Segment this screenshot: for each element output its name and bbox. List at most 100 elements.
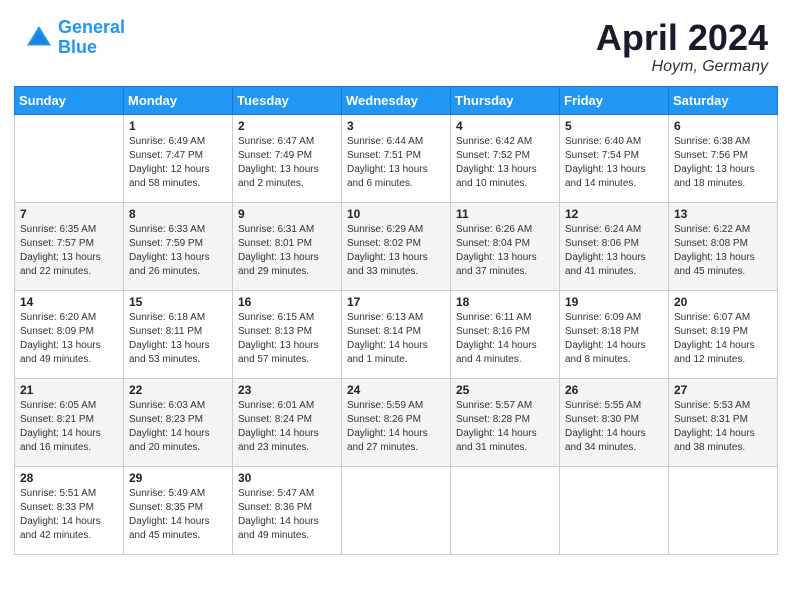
cell-content: Sunrise: 6:29 AMSunset: 8:02 PMDaylight:… [347, 223, 445, 279]
day-cell: 3 Sunrise: 6:44 AMSunset: 7:51 PMDaylight… [342, 114, 451, 202]
day-number: 29 [129, 471, 227, 485]
day-number: 24 [347, 383, 445, 397]
cell-content: Sunrise: 6:13 AMSunset: 8:14 PMDaylight:… [347, 311, 445, 367]
day-number: 7 [20, 207, 118, 221]
header-cell-friday: Friday [560, 86, 669, 114]
day-number: 3 [347, 119, 445, 133]
day-cell: 1 Sunrise: 6:49 AMSunset: 7:47 PMDaylight… [124, 114, 233, 202]
cell-content: Sunrise: 6:38 AMSunset: 7:56 PMDaylight:… [674, 135, 772, 191]
day-number: 27 [674, 383, 772, 397]
day-cell: 6 Sunrise: 6:38 AMSunset: 7:56 PMDaylight… [669, 114, 778, 202]
location: Hoym, Germany [596, 58, 768, 76]
day-number: 19 [565, 295, 663, 309]
day-cell: 24Sunrise: 5:59 AMSunset: 8:26 PMDayligh… [342, 378, 451, 466]
day-cell [342, 466, 451, 554]
day-cell: 13 Sunrise: 6:22 AMSunset: 8:08 PMDayligh… [669, 202, 778, 290]
cell-content: Sunrise: 6:35 AMSunset: 7:57 PMDaylight:… [20, 223, 118, 279]
day-cell [669, 466, 778, 554]
day-cell: 26Sunrise: 5:55 AMSunset: 8:30 PMDayligh… [560, 378, 669, 466]
day-number: 6 [674, 119, 772, 133]
day-cell [451, 466, 560, 554]
day-number: 14 [20, 295, 118, 309]
day-cell: 23Sunrise: 6:01 AMSunset: 8:24 PMDayligh… [233, 378, 342, 466]
day-cell: 12Sunrise: 6:24 AMSunset: 8:06 PMDayligh… [560, 202, 669, 290]
cell-content: Sunrise: 6:44 AMSunset: 7:51 PMDaylight:… [347, 135, 445, 191]
cell-content: Sunrise: 6:09 AMSunset: 8:18 PMDaylight:… [565, 311, 663, 367]
day-number: 20 [674, 295, 772, 309]
cell-content: Sunrise: 6:18 AMSunset: 8:11 PMDaylight:… [129, 311, 227, 367]
calendar-body: 1 Sunrise: 6:49 AMSunset: 7:47 PMDaylight… [15, 114, 778, 554]
day-number: 21 [20, 383, 118, 397]
cell-content: Sunrise: 5:51 AMSunset: 8:33 PMDaylight:… [20, 487, 118, 543]
header-cell-sunday: Sunday [15, 86, 124, 114]
cell-content: Sunrise: 6:20 AMSunset: 8:09 PMDaylight:… [20, 311, 118, 367]
cell-content: Sunrise: 6:40 AMSunset: 7:54 PMDaylight:… [565, 135, 663, 191]
header-cell-tuesday: Tuesday [233, 86, 342, 114]
week-row-2: 7 Sunrise: 6:35 AMSunset: 7:57 PMDaylight… [15, 202, 778, 290]
day-cell: 25 Sunrise: 5:57 AMSunset: 8:28 PMDayligh… [451, 378, 560, 466]
logo-icon [24, 23, 54, 53]
day-cell: 21 Sunrise: 6:05 AMSunset: 8:21 PMDayligh… [15, 378, 124, 466]
week-row-1: 1 Sunrise: 6:49 AMSunset: 7:47 PMDaylight… [15, 114, 778, 202]
cell-content: Sunrise: 6:31 AMSunset: 8:01 PMDaylight:… [238, 223, 336, 279]
day-number: 30 [238, 471, 336, 485]
day-number: 2 [238, 119, 336, 133]
logo-text: General Blue [58, 18, 125, 58]
calendar-table: SundayMondayTuesdayWednesdayThursdayFrid… [14, 86, 778, 555]
cell-content: Sunrise: 5:53 AMSunset: 8:31 PMDaylight:… [674, 399, 772, 455]
day-cell: 27 Sunrise: 5:53 AMSunset: 8:31 PMDayligh… [669, 378, 778, 466]
cell-content: Sunrise: 6:26 AMSunset: 8:04 PMDaylight:… [456, 223, 554, 279]
day-cell: 28 Sunrise: 5:51 AMSunset: 8:33 PMDayligh… [15, 466, 124, 554]
cell-content: Sunrise: 6:49 AMSunset: 7:47 PMDaylight:… [129, 135, 227, 191]
day-number: 25 [456, 383, 554, 397]
day-number: 13 [674, 207, 772, 221]
cell-content: Sunrise: 6:47 AMSunset: 7:49 PMDaylight:… [238, 135, 336, 191]
header-cell-saturday: Saturday [669, 86, 778, 114]
week-row-4: 21 Sunrise: 6:05 AMSunset: 8:21 PMDayligh… [15, 378, 778, 466]
day-number: 12 [565, 207, 663, 221]
cell-content: Sunrise: 6:03 AMSunset: 8:23 PMDaylight:… [129, 399, 227, 455]
day-cell: 16 Sunrise: 6:15 AMSunset: 8:13 PMDayligh… [233, 290, 342, 378]
cell-content: Sunrise: 5:47 AMSunset: 8:36 PMDaylight:… [238, 487, 336, 543]
day-cell [15, 114, 124, 202]
cell-content: Sunrise: 6:07 AMSunset: 8:19 PMDaylight:… [674, 311, 772, 367]
week-row-3: 14 Sunrise: 6:20 AMSunset: 8:09 PMDayligh… [15, 290, 778, 378]
header-cell-wednesday: Wednesday [342, 86, 451, 114]
day-number: 16 [238, 295, 336, 309]
day-cell: 8 Sunrise: 6:33 AMSunset: 7:59 PMDaylight… [124, 202, 233, 290]
day-cell: 30 Sunrise: 5:47 AMSunset: 8:36 PMDayligh… [233, 466, 342, 554]
cell-content: Sunrise: 6:42 AMSunset: 7:52 PMDaylight:… [456, 135, 554, 191]
cell-content: Sunrise: 5:57 AMSunset: 8:28 PMDaylight:… [456, 399, 554, 455]
day-cell: 29Sunrise: 5:49 AMSunset: 8:35 PMDayligh… [124, 466, 233, 554]
day-number: 22 [129, 383, 227, 397]
day-number: 23 [238, 383, 336, 397]
cell-content: Sunrise: 5:55 AMSunset: 8:30 PMDaylight:… [565, 399, 663, 455]
day-number: 9 [238, 207, 336, 221]
day-number: 8 [129, 207, 227, 221]
calendar-header: SundayMondayTuesdayWednesdayThursdayFrid… [15, 86, 778, 114]
day-cell: 9 Sunrise: 6:31 AMSunset: 8:01 PMDaylight… [233, 202, 342, 290]
day-cell [560, 466, 669, 554]
day-cell: 17 Sunrise: 6:13 AMSunset: 8:14 PMDayligh… [342, 290, 451, 378]
day-cell: 18Sunrise: 6:11 AMSunset: 8:16 PMDayligh… [451, 290, 560, 378]
cell-content: Sunrise: 6:22 AMSunset: 8:08 PMDaylight:… [674, 223, 772, 279]
logo: General Blue [24, 18, 125, 58]
day-number: 28 [20, 471, 118, 485]
day-cell: 22 Sunrise: 6:03 AMSunset: 8:23 PMDayligh… [124, 378, 233, 466]
cell-content: Sunrise: 6:15 AMSunset: 8:13 PMDaylight:… [238, 311, 336, 367]
cell-content: Sunrise: 6:05 AMSunset: 8:21 PMDaylight:… [20, 399, 118, 455]
day-number: 17 [347, 295, 445, 309]
day-number: 11 [456, 207, 554, 221]
day-cell: 7 Sunrise: 6:35 AMSunset: 7:57 PMDaylight… [15, 202, 124, 290]
day-cell: 2 Sunrise: 6:47 AMSunset: 7:49 PMDaylight… [233, 114, 342, 202]
week-row-5: 28 Sunrise: 5:51 AMSunset: 8:33 PMDayligh… [15, 466, 778, 554]
day-number: 5 [565, 119, 663, 133]
cell-content: Sunrise: 6:33 AMSunset: 7:59 PMDaylight:… [129, 223, 227, 279]
cell-content: Sunrise: 6:11 AMSunset: 8:16 PMDaylight:… [456, 311, 554, 367]
day-cell: 5 Sunrise: 6:40 AMSunset: 7:54 PMDaylight… [560, 114, 669, 202]
day-cell: 11 Sunrise: 6:26 AMSunset: 8:04 PMDayligh… [451, 202, 560, 290]
day-number: 1 [129, 119, 227, 133]
header-row: SundayMondayTuesdayWednesdayThursdayFrid… [15, 86, 778, 114]
day-number: 15 [129, 295, 227, 309]
header: General Blue April 2024 Hoym, Germany [0, 0, 792, 86]
